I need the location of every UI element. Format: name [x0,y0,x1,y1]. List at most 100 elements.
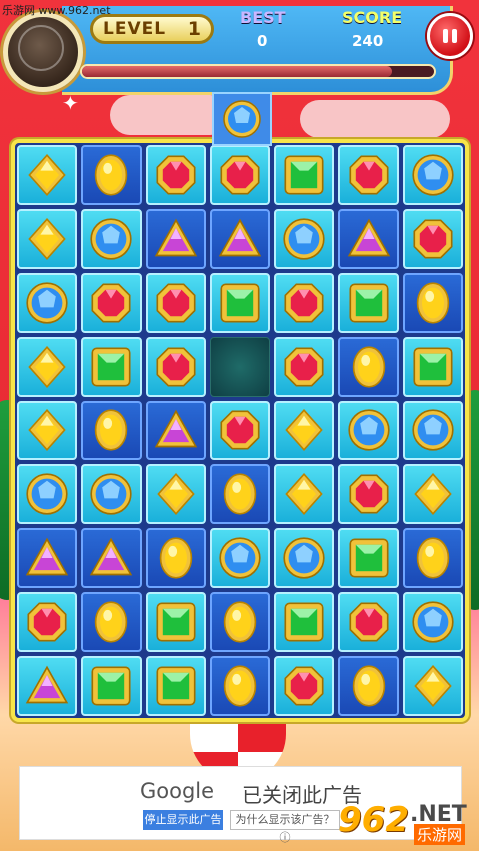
blue-round-gem-icon [90,218,133,260]
board-cell[interactable] [81,592,142,653]
level-label: LEVEL [103,19,167,39]
board-cell[interactable] [402,145,463,205]
board-cell[interactable] [209,464,271,525]
yellow-oval-gem-icon [159,537,192,579]
score-label: SCORE [342,8,403,27]
board-cell[interactable] [338,336,399,397]
red-octagon-gem-icon [27,602,67,642]
yellow-oval-gem-icon [352,345,385,388]
board-cell[interactable] [274,400,335,461]
board-cell[interactable] [145,528,206,589]
board-cell[interactable] [402,208,463,269]
board-cell[interactable] [338,656,399,716]
board-cell[interactable] [145,464,206,525]
board-cell[interactable] [274,656,335,716]
board-cell[interactable] [274,464,335,525]
board-cell[interactable] [338,592,399,653]
board-cell[interactable] [402,592,463,653]
board-cell[interactable] [145,145,206,205]
board-cell[interactable] [81,656,142,716]
yellow-oval-gem-icon [95,154,128,196]
purple-triangle-gem-icon [90,537,133,576]
board-cell[interactable] [145,336,206,397]
blue-round-gem-icon [412,601,454,643]
yellow-oval-gem-icon [223,601,257,643]
board-cell[interactable] [274,208,335,269]
stop-showing-ad-button[interactable]: 停止显示此广告 [143,810,223,830]
board-cell[interactable] [338,528,399,589]
sparkle-icon: ✦ [62,91,79,115]
red-octagon-gem-icon [284,283,324,323]
purple-triangle-gem-icon [25,537,69,576]
board-cell[interactable] [209,400,271,461]
board-cell[interactable] [209,208,271,269]
red-octagon-gem-icon [284,347,324,387]
red-octagon-gem-icon [91,283,131,323]
board-cell[interactable] [81,272,142,333]
score-value: 240 [352,32,384,50]
blue-round-gem-icon [26,473,68,515]
board-cell[interactable] [209,656,271,716]
blue-round-gem-icon [26,282,68,324]
board-cell-empty[interactable] [209,336,271,397]
board-cell[interactable] [338,400,399,461]
board-cell[interactable] [402,272,463,333]
board-cell[interactable] [17,656,78,716]
yellow-oval-gem-icon [95,601,128,643]
board-cell[interactable] [145,272,206,333]
board-cell[interactable] [402,336,463,397]
green-square-gem-icon [91,347,131,387]
board-cell[interactable] [81,145,142,205]
cloud [300,100,450,138]
board-cell[interactable] [209,272,271,333]
incoming-gem-slot [212,92,272,146]
board-cell[interactable] [17,400,78,461]
ad-google-label: Google [140,779,215,803]
board-cell[interactable] [402,400,463,461]
board-cell[interactable] [17,528,78,589]
board-cell[interactable] [209,528,271,589]
board-cell[interactable] [17,592,78,653]
why-this-ad-button[interactable]: 为什么显示该广告？ⓘ [230,810,340,844]
power-orb[interactable] [3,12,83,92]
board-cell[interactable] [338,208,399,269]
pause-button[interactable] [427,13,473,59]
board-cell[interactable] [81,400,142,461]
board-cell[interactable] [209,145,271,205]
yellow-diamond-gem-icon [285,409,323,452]
green-square-gem-icon [220,283,260,323]
board-cell[interactable] [274,272,335,333]
board-cell[interactable] [81,336,142,397]
board-cell[interactable] [17,464,78,525]
board-cell[interactable] [145,400,206,461]
yellow-oval-gem-icon [223,473,257,515]
board-cell[interactable] [402,528,463,589]
board-cell[interactable] [402,656,463,716]
board-cell[interactable] [145,592,206,653]
red-octagon-gem-icon [156,155,196,195]
board-cell[interactable] [145,208,206,269]
board-cell[interactable] [274,592,335,653]
board-cell[interactable] [17,272,78,333]
board-cell[interactable] [338,145,399,205]
board-cell[interactable] [81,208,142,269]
board-cell[interactable] [17,145,78,205]
board-cell[interactable] [145,656,206,716]
board-cell[interactable] [338,464,399,525]
blue-round-gem-icon [283,218,325,260]
board-cell[interactable] [17,336,78,397]
board-cell[interactable] [17,208,78,269]
board-cell[interactable] [402,464,463,525]
board-cell[interactable] [81,528,142,589]
board-cell[interactable] [209,592,271,653]
board-cell[interactable] [274,145,335,205]
board-cell[interactable] [81,464,142,525]
yellow-diamond-gem-icon [28,217,66,260]
board-cell[interactable] [274,528,335,589]
yellow-diamond-gem-icon [285,473,323,516]
board-cell[interactable] [274,336,335,397]
blue-round-gem-icon [412,154,454,196]
yellow-diamond-gem-icon [414,473,452,516]
board-cell[interactable] [338,272,399,333]
yellow-oval-gem-icon [95,409,128,452]
